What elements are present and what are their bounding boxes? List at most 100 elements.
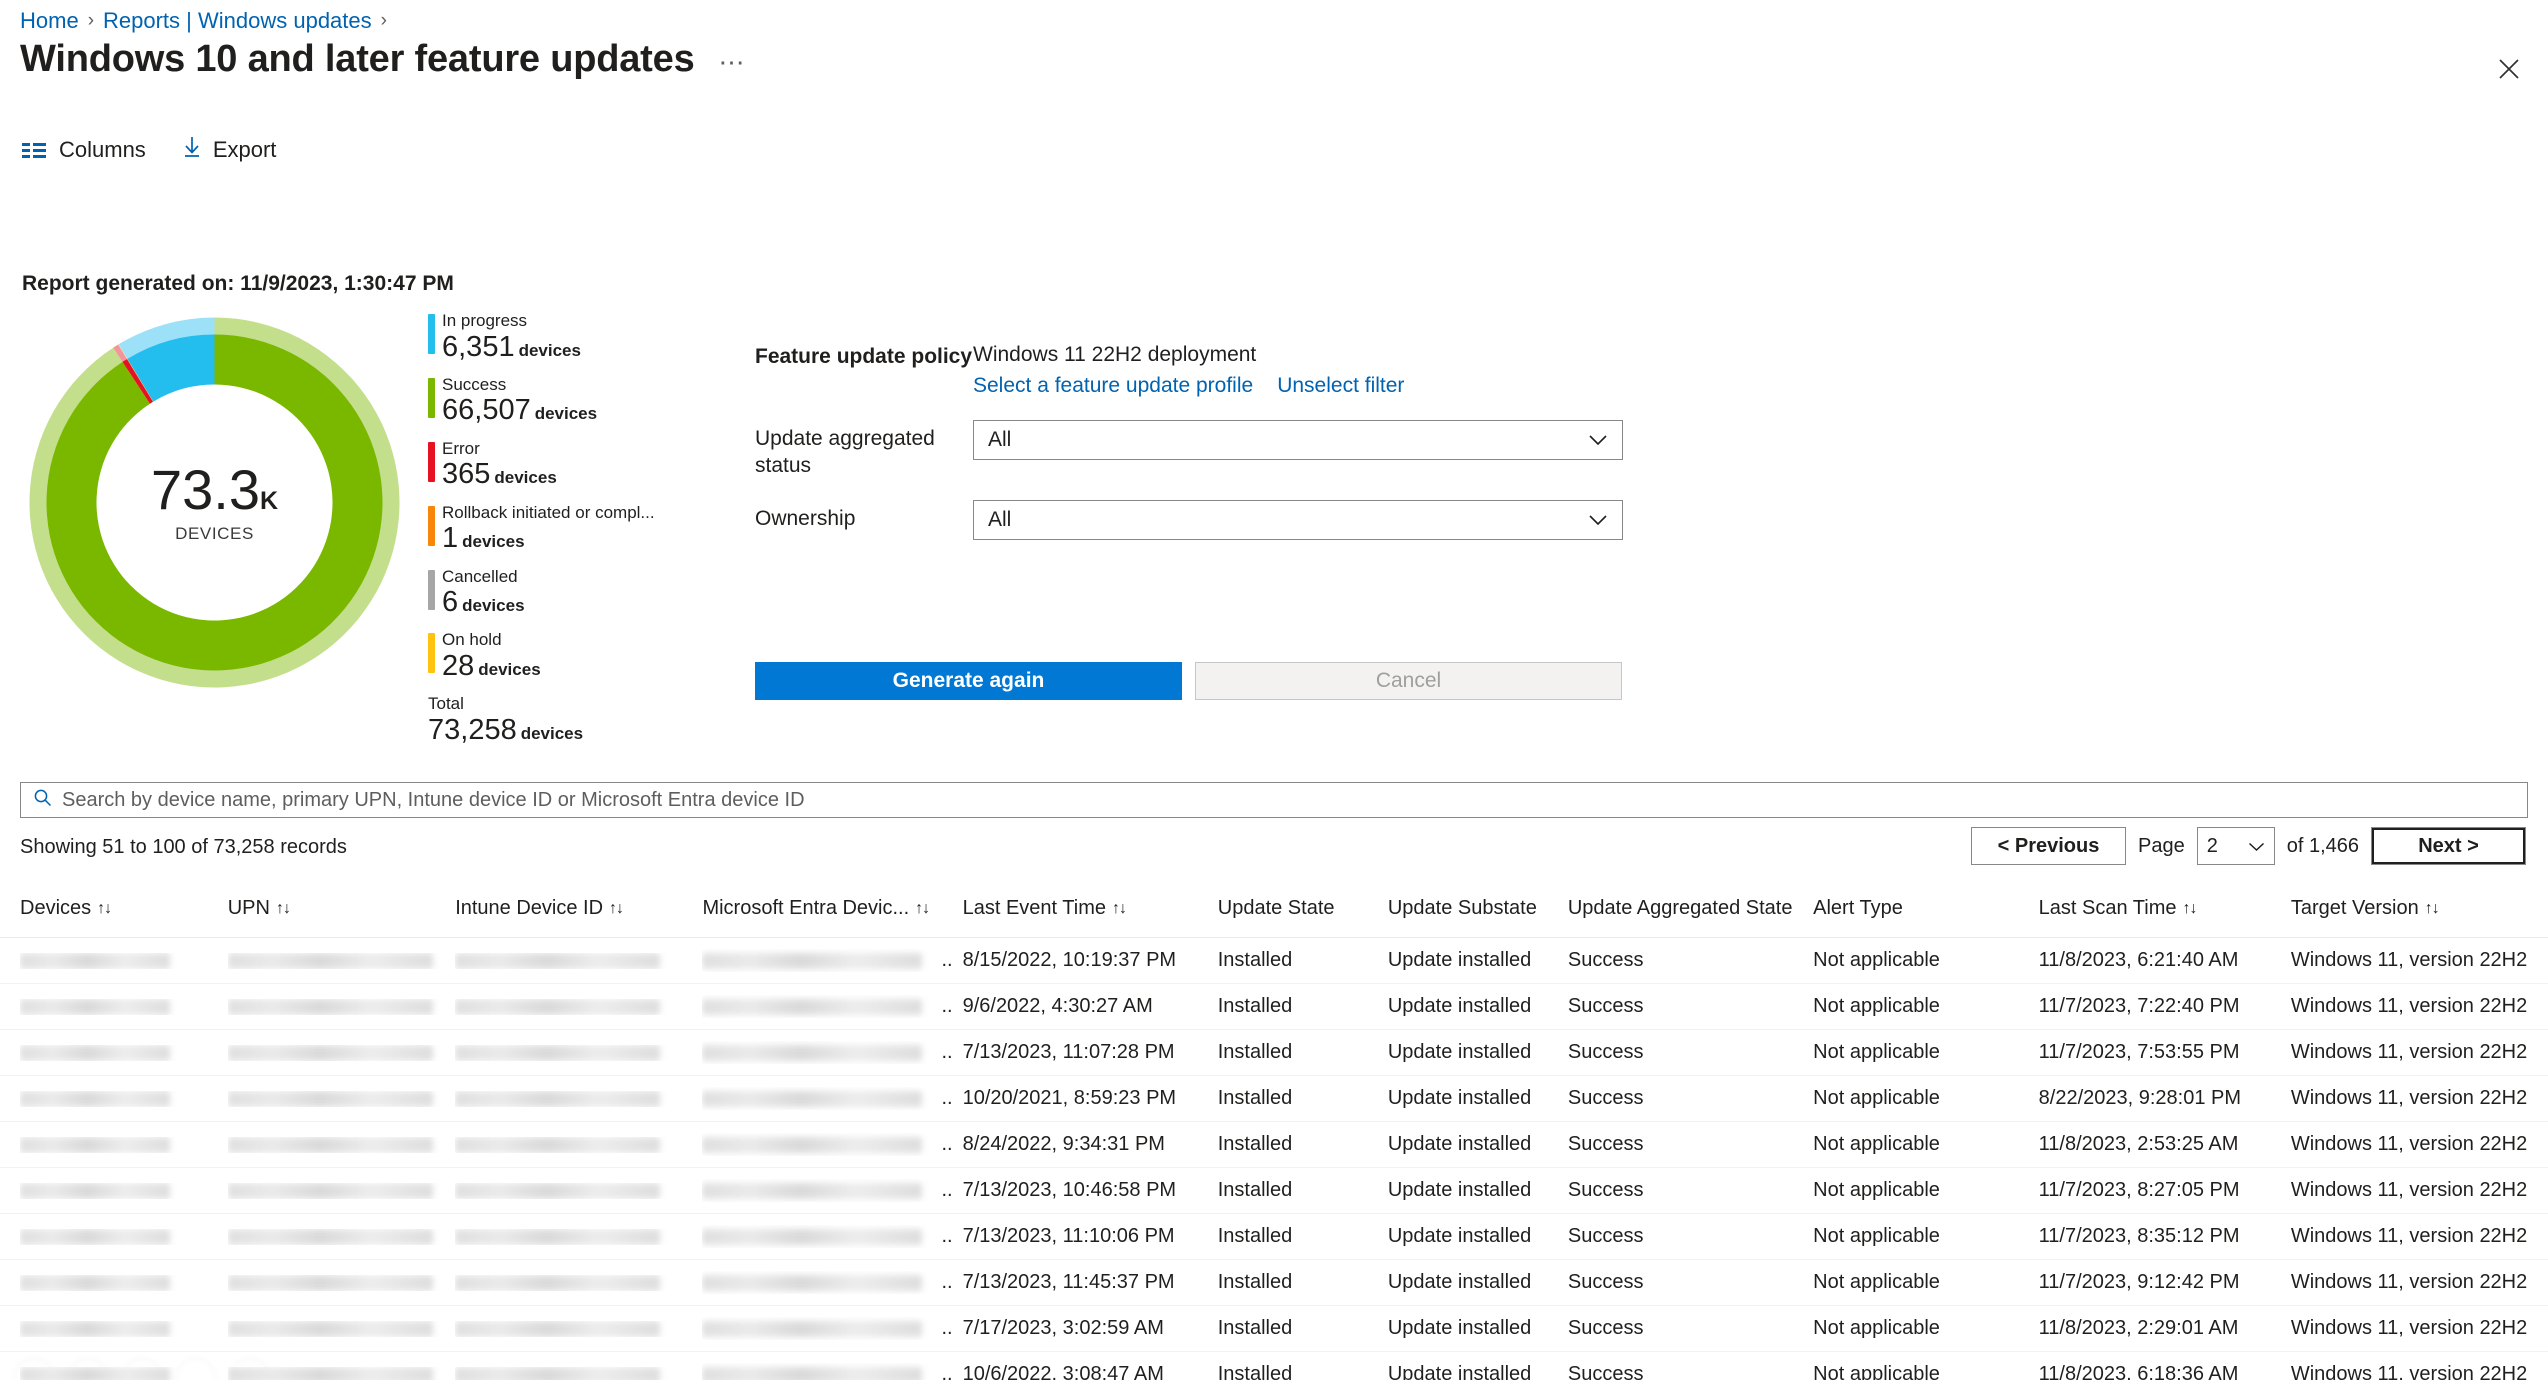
truncation-ellipsis: ..	[941, 949, 953, 971]
unselect-filter-link[interactable]: Unselect filter	[1277, 374, 1404, 398]
column-header-last-scan-time[interactable]: Last Scan Time ↑↓	[2039, 897, 2291, 920]
table-row[interactable]: .. 7/13/2023, 10:46:58 PM Installed Update …	[0, 1168, 2548, 1214]
table-row[interactable]: .. 7/17/2023, 3:02:59 AM Installed Update i…	[0, 1306, 2548, 1352]
cell-microsoft-entra-device-id: ..	[702, 1271, 962, 1294]
cell-last-event-time: 7/13/2023, 11:10:06 PM	[962, 1225, 1175, 1247]
cell-microsoft-entra-device-id: ..	[702, 1225, 962, 1248]
cell-update-state: Installed	[1217, 1179, 1293, 1201]
table-row[interactable]: .. 8/24/2022, 9:34:31 PM Installed Update i…	[0, 1122, 2548, 1168]
breadcrumb-item-home[interactable]: Home	[20, 8, 79, 34]
ownership-select[interactable]: All	[973, 499, 1623, 540]
cell-last-scan-time: 8/22/2023, 9:28:01 PM	[2038, 1087, 2242, 1109]
redacted-value	[227, 1136, 433, 1153]
column-header-upn[interactable]: UPN ↑↓	[228, 897, 455, 920]
redacted-value	[455, 1136, 661, 1153]
cell-intune-device-id	[455, 1320, 702, 1337]
sort-arrows-icon[interactable]: ↑↓	[2425, 900, 2440, 918]
cell-update-state: Installed	[1217, 995, 1293, 1017]
column-header-label: Last Event Time	[962, 897, 1106, 919]
breadcrumb-item-reports[interactable]: Reports | Windows updates	[103, 8, 372, 34]
redacted-value	[455, 1182, 661, 1199]
redacted-value	[20, 1044, 170, 1061]
cell-target-version: Windows 11, version 22H2	[2290, 1271, 2528, 1293]
sort-arrows-icon[interactable]: ↑↓	[1112, 900, 1127, 918]
cell-intune-device-id	[455, 1044, 702, 1061]
total-pages-label: of 1,466	[2286, 834, 2359, 857]
cell-target-version: Windows 11, version 22H2	[2290, 1363, 2528, 1380]
table-row[interactable]: .. 7/13/2023, 11:45:37 PM Installed Update …	[0, 1260, 2548, 1306]
truncation-ellipsis: ..	[941, 1271, 953, 1293]
command-bar: Columns Export	[22, 135, 276, 165]
page-number-value: 2	[2206, 834, 2218, 857]
cell-update-substate: Update installed	[1387, 1087, 1532, 1109]
cell-alert-type: Not applicable	[1813, 1179, 1940, 1201]
search-input[interactable]: Search by device name, primary UPN, Intu…	[20, 782, 2528, 818]
sort-arrows-icon[interactable]: ↑↓	[2182, 900, 2197, 918]
table-row[interactable]: .. 7/13/2023, 11:10:06 PM Installed Update …	[0, 1214, 2548, 1260]
legend-label: Cancelled	[442, 566, 518, 586]
legend-total-value: 73,258 devices	[428, 714, 678, 747]
column-header-last-event-time[interactable]: Last Event Time ↑↓	[963, 897, 1218, 920]
cell-update-state: Installed	[1217, 1041, 1293, 1063]
legend-total-count: 73,258	[428, 713, 517, 746]
table-row[interactable]: .. 7/13/2023, 11:07:28 PM Installed Update …	[0, 1030, 2548, 1076]
cell-last-scan-time: 11/7/2023, 8:27:05 PM	[2038, 1179, 2240, 1201]
columns-button[interactable]: Columns	[22, 137, 146, 163]
cell-intune-device-id	[455, 1136, 702, 1153]
close-icon[interactable]	[2492, 52, 2526, 86]
legend-unit: devices	[534, 404, 598, 424]
chart-legend: In progress 6,351 devices Success 66,507 devi…	[428, 311, 678, 758]
next-page-button[interactable]: Next >	[2371, 827, 2526, 865]
redacted-value	[702, 952, 923, 969]
column-header-microsoft-entra-devic[interactable]: Microsoft Entra Devic... ↑↓	[702, 897, 962, 920]
legend-unit: devices	[518, 340, 581, 360]
cell-microsoft-entra-device-id: ..	[702, 995, 962, 1018]
column-header-update-substate: Update Substate	[1388, 897, 1568, 920]
redacted-value	[20, 952, 170, 969]
table-row[interactable]: .. 10/20/2021, 8:59:23 PM Installed Update …	[0, 1076, 2548, 1122]
column-header-target-version[interactable]: Target Version ↑↓	[2291, 897, 2548, 920]
legend-item-error[interactable]: Error 365 devices	[428, 439, 678, 492]
table-row[interactable]: .. 10/6/2022, 3:08:47 AM Installed Update i…	[0, 1352, 2548, 1380]
export-button[interactable]: Export	[182, 135, 276, 165]
cell-update-state: Installed	[1217, 1133, 1293, 1155]
sort-arrows-icon[interactable]: ↑↓	[609, 900, 624, 918]
cell-intune-device-id	[455, 1090, 702, 1107]
sort-arrows-icon[interactable]: ↑↓	[97, 900, 112, 918]
cell-last-event-time: 9/6/2022, 4:30:27 AM	[962, 995, 1153, 1017]
legend-item-total: Total 73,258 devices	[428, 694, 678, 747]
table-row[interactable]: .. 9/6/2022, 4:30:27 AM Installed Update in…	[0, 984, 2548, 1030]
more-options-icon[interactable]: ⋯	[719, 47, 747, 78]
legend-item-on-hold[interactable]: On hold 28 devices	[428, 630, 678, 683]
column-header-intune-device-id[interactable]: Intune Device ID ↑↓	[455, 897, 702, 920]
cell-upn	[227, 1090, 455, 1107]
truncation-ellipsis: ..	[941, 1363, 953, 1380]
legend-item-in-progress[interactable]: In progress 6,351 devices	[428, 311, 678, 364]
table-row[interactable]: .. 8/15/2022, 10:19:37 PM Installed Update …	[0, 938, 2548, 984]
redacted-value	[455, 1320, 661, 1337]
legend-value: 365 devices	[442, 458, 678, 491]
legend-item-success[interactable]: Success 66,507 devices	[428, 375, 678, 428]
generate-again-button[interactable]: Generate again	[755, 662, 1182, 700]
donut-svg	[29, 317, 400, 688]
legend-value: 6 devices	[442, 586, 678, 619]
page-number-select[interactable]: 2	[2196, 827, 2275, 865]
legend-unit: devices	[478, 660, 541, 679]
cell-devices	[20, 1320, 228, 1337]
column-header-devices[interactable]: Devices ↑↓	[20, 897, 228, 920]
cell-update-state: Installed	[1217, 1087, 1293, 1109]
cell-last-event-time: 10/6/2022, 3:08:47 AM	[962, 1363, 1164, 1380]
select-feature-update-profile-link[interactable]: Select a feature update profile	[973, 374, 1253, 398]
legend-item-cancelled[interactable]: Cancelled 6 devices	[428, 567, 678, 620]
breadcrumb-separator-icon: ›	[380, 10, 387, 31]
cell-target-version: Windows 11, version 22H2	[2290, 995, 2528, 1017]
cell-last-scan-time: 11/7/2023, 8:35:12 PM	[2038, 1225, 2240, 1247]
update-aggregated-status-select[interactable]: All	[973, 420, 1623, 460]
previous-page-button[interactable]: < Previous	[1970, 827, 2126, 865]
redacted-value	[455, 952, 661, 969]
sort-arrows-icon[interactable]: ↑↓	[915, 900, 930, 918]
legend-count: 66,507	[442, 394, 531, 427]
legend-value: 28 devices	[442, 650, 678, 683]
sort-arrows-icon[interactable]: ↑↓	[276, 900, 291, 918]
legend-item-rollback-initiated-or-compl[interactable]: Rollback initiated or compl... 1 devices	[428, 503, 678, 556]
